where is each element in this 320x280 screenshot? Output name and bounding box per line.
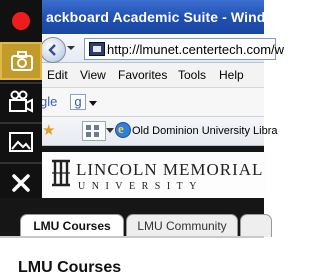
logo-subtitle: UNIVERSITY — [78, 181, 203, 192]
menu-edit[interactable]: Edit — [47, 68, 68, 82]
history-dropdown-icon[interactable] — [66, 44, 76, 52]
tab-next[interactable] — [240, 214, 272, 237]
tab-label: LMU Courses — [33, 219, 111, 233]
logo-title: LINCOLN MEMORIAL — [76, 160, 264, 179]
favorites-star-icon[interactable]: ★ — [42, 121, 55, 139]
capture-tool-palette — [0, 0, 42, 198]
back-button[interactable] — [40, 37, 66, 63]
close-icon — [12, 174, 30, 192]
record-icon — [12, 12, 30, 30]
menu-favorites[interactable]: Favorites — [118, 68, 167, 82]
image-icon — [9, 132, 33, 152]
video-button[interactable] — [0, 84, 42, 122]
lmu-crest-icon — [52, 159, 70, 187]
video-camera-icon — [9, 90, 33, 113]
search-provider-icon[interactable]: g — [70, 94, 86, 110]
camera-icon — [11, 51, 33, 71]
screenshot-button[interactable] — [0, 42, 42, 80]
back-arrow-icon — [48, 44, 56, 56]
tab-lmu-community[interactable]: LMU Community — [126, 214, 238, 237]
quick-tabs-icon[interactable] — [82, 121, 106, 141]
tab-lmu-courses[interactable]: LMU Courses — [20, 214, 124, 237]
quick-tabs-dropdown-icon[interactable] — [106, 128, 114, 134]
search-engine-label: gle — [40, 94, 58, 109]
menu-tools[interactable]: Tools — [178, 68, 206, 82]
url-input[interactable]: http://lmunet.centertech.com/w — [84, 38, 284, 60]
site-favicon-icon — [89, 42, 105, 56]
tab-divider — [0, 236, 264, 238]
window-title: ackboard Academic Suite - Windows — [46, 9, 293, 25]
page-title: LMU Courses — [18, 259, 122, 276]
menu-view[interactable]: View — [80, 68, 106, 82]
tab-label: LMU Community — [137, 219, 227, 233]
menu-help[interactable]: Help — [219, 68, 244, 82]
close-palette-button[interactable] — [0, 164, 42, 202]
search-dropdown-icon[interactable] — [88, 100, 98, 108]
ie-favicon-icon — [115, 121, 131, 138]
favorite-link[interactable]: Old Dominion University Libra — [132, 125, 278, 137]
url-text: http://lmunet.centertech.com/w — [107, 42, 285, 57]
record-button[interactable] — [0, 2, 42, 40]
image-button[interactable] — [0, 124, 42, 162]
